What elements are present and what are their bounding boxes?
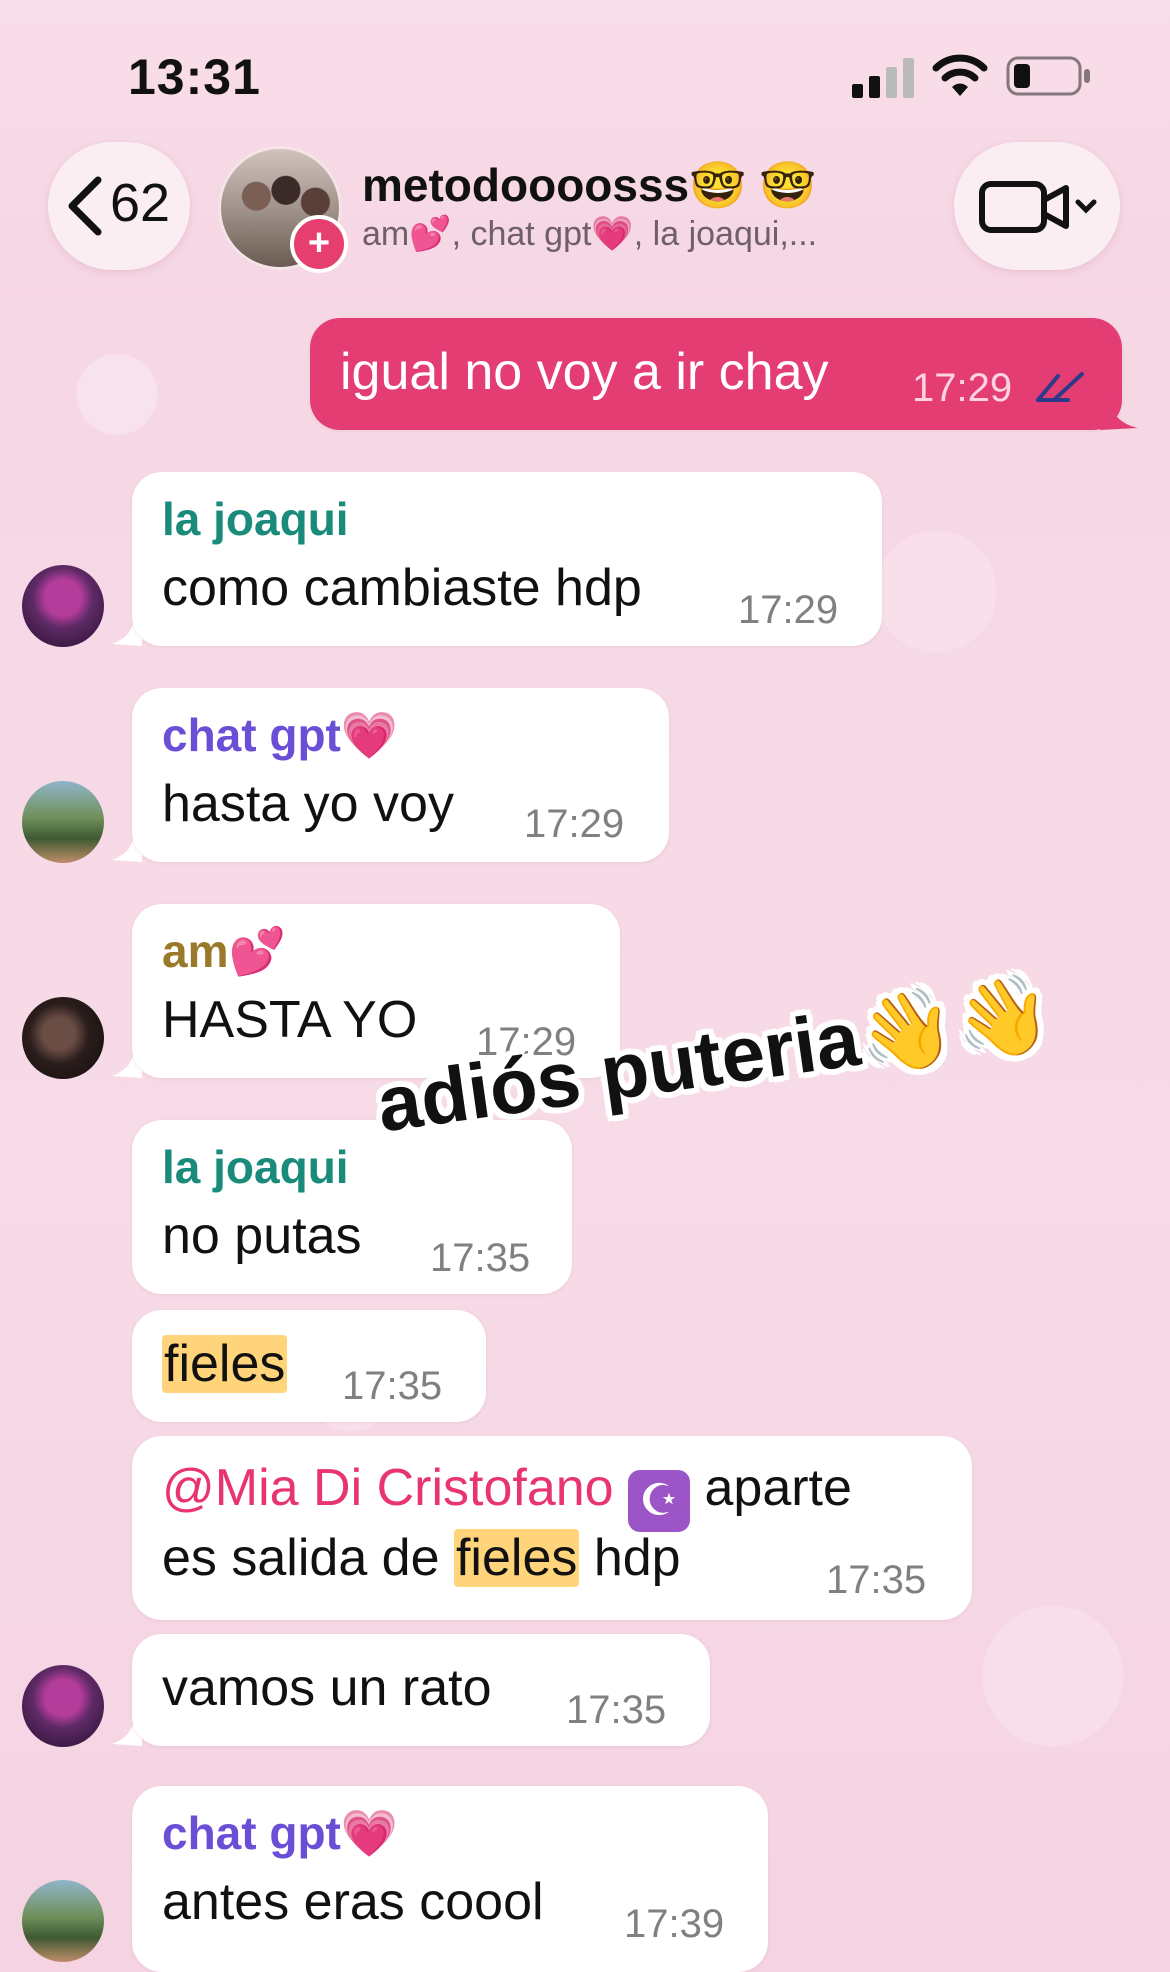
back-chevron-icon: [68, 176, 102, 236]
unread-count: 62: [110, 173, 171, 233]
message-time: 17:35: [342, 1364, 443, 1408]
message-bubble[interactable]: vamos un rato 17:35: [132, 1634, 710, 1746]
message-bubble[interactable]: fieles 17:35: [132, 1310, 486, 1422]
search-highlight: fieles: [453, 1529, 580, 1587]
avatar[interactable]: [22, 1880, 104, 1962]
message-text-line-1: @Mia Di Cristofano ☪ aparte: [162, 1458, 852, 1532]
video-call-icon: [979, 181, 1097, 233]
avatar[interactable]: [22, 565, 104, 647]
signal-icon: [852, 58, 914, 98]
message-text: no putas: [162, 1207, 362, 1265]
avatar[interactable]: [22, 997, 104, 1079]
add-member-icon[interactable]: +: [290, 215, 348, 273]
message-time: 17:35: [430, 1236, 531, 1280]
chat-header: 13:31 62 + metodoooosss🤓 🤓 am💕, chat gpt…: [0, 0, 1170, 300]
message-bubble[interactable]: chat gpt💗 antes eras coool 17:39: [132, 1786, 768, 1972]
read-receipt-icon: [1036, 372, 1084, 402]
message-text-line-2: es salida de fieles hdp: [162, 1529, 681, 1587]
wifi-icon: [932, 54, 988, 96]
message-text: como cambiaste hdp: [162, 559, 642, 617]
message-time: 17:29: [524, 802, 625, 846]
message-time: 17:29: [738, 588, 839, 632]
message-bubble[interactable]: la joaqui como cambiaste hdp 17:29: [132, 472, 882, 646]
message-time: 17:35: [566, 1688, 667, 1732]
status-time: 13:31: [128, 49, 261, 105]
message-text: vamos un rato: [162, 1659, 492, 1717]
message-time: 17:39: [624, 1902, 725, 1946]
back-button[interactable]: 62: [48, 142, 190, 270]
message-bubble[interactable]: chat gpt💗 hasta yo voy 17:29: [132, 688, 669, 862]
sender-name: chat gpt💗: [162, 709, 399, 761]
message-time: 17:29: [912, 366, 1013, 410]
bubble-tail: [1100, 396, 1138, 430]
message-text: igual no voy a ir chay: [340, 343, 829, 401]
message-text: antes eras coool: [162, 1873, 544, 1931]
message-text: HASTA YO: [162, 991, 418, 1049]
sender-name: am💕: [162, 925, 286, 977]
avatar[interactable]: [22, 781, 104, 863]
sender-name: la joaqui: [162, 493, 349, 545]
sender-name: chat gpt💗: [162, 1807, 399, 1859]
message-bubble[interactable]: @Mia Di Cristofano ☪ aparte es salida de…: [132, 1436, 972, 1620]
mention[interactable]: @Mia Di Cristofano: [162, 1459, 614, 1517]
message-bubble[interactable]: la joaqui no putas 17:35: [132, 1120, 572, 1294]
sender-name: la joaqui: [162, 1141, 349, 1193]
message-time: 17:35: [826, 1558, 927, 1602]
avatar[interactable]: [22, 1665, 104, 1747]
message-bubble-outgoing[interactable]: igual no voy a ir chay 17:29: [310, 318, 1122, 430]
group-members[interactable]: am💕, chat gpt💗, la joaqui,...: [362, 214, 817, 254]
moon-badge-icon: ☪: [628, 1470, 691, 1532]
battery-icon: [1006, 56, 1090, 96]
group-name[interactable]: metodoooosss🤓 🤓: [362, 158, 816, 213]
video-call-button[interactable]: [954, 142, 1120, 270]
message-text: hasta yo voy: [162, 775, 454, 833]
search-highlight: fieles: [162, 1335, 288, 1393]
message-text: fieles: [162, 1334, 288, 1394]
